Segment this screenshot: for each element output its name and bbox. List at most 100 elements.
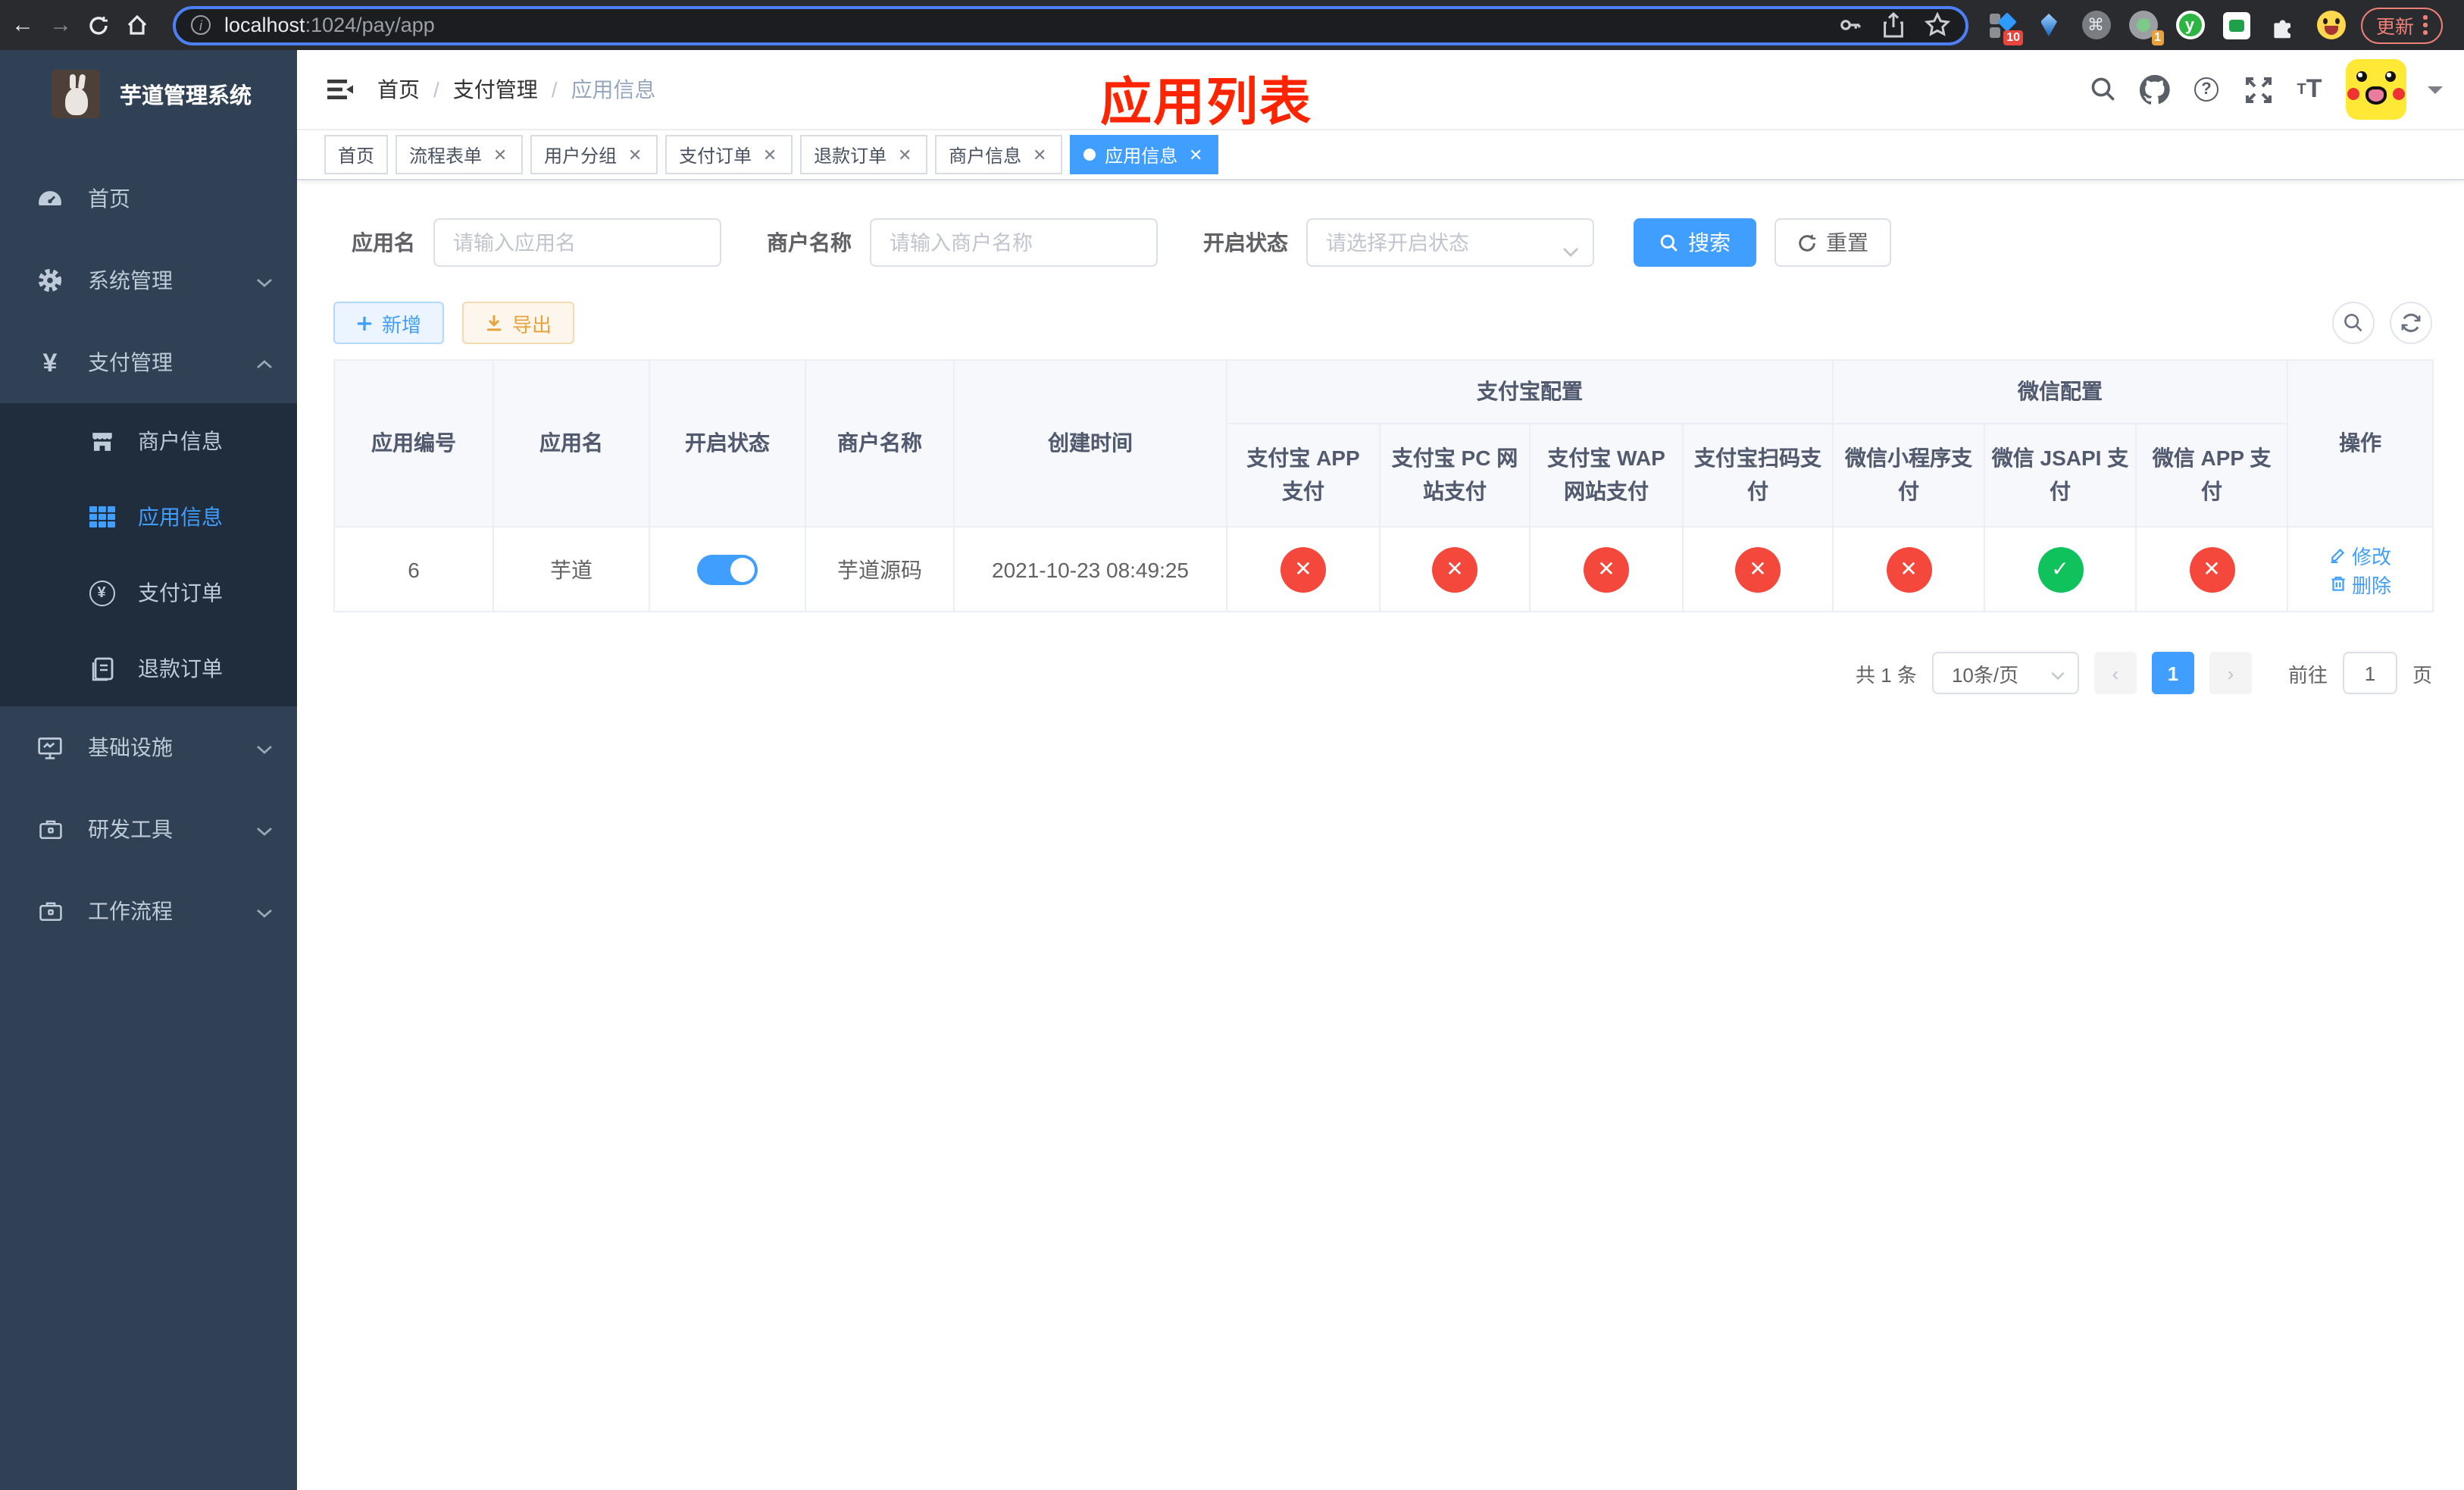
cell-created: 2021-10-23 08:49:25	[953, 526, 1227, 612]
sidebar-item-payment[interactable]: ¥ 支付管理	[0, 321, 297, 403]
extension-chat-icon[interactable]	[2222, 10, 2252, 40]
export-button[interactable]: 导出	[462, 302, 575, 344]
close-icon[interactable]: ✕	[491, 145, 509, 164]
help-icon[interactable]: ?	[2191, 74, 2222, 105]
cell-app-name: 芋道	[492, 526, 650, 612]
chevron-down-icon	[256, 817, 273, 841]
goto-label: 前往	[2287, 663, 2328, 686]
sidebar-item-workflow[interactable]: 工作流程	[0, 870, 297, 952]
tab-app-info[interactable]: 应用信息 ✕	[1070, 135, 1219, 174]
chevron-down-icon	[2050, 662, 2065, 684]
page-size-select[interactable]: 10条/页	[1931, 652, 2079, 694]
status-select[interactable]	[1306, 218, 1594, 267]
sidebar-subitem-app-info[interactable]: 应用信息	[0, 479, 297, 555]
cell-alipay-pc: ✕	[1379, 526, 1531, 612]
browser-back-icon[interactable]: ←	[9, 11, 36, 39]
add-button[interactable]: 新增	[333, 302, 445, 344]
tab-process-form[interactable]: 流程表单 ✕	[396, 135, 524, 174]
breadcrumb-payment[interactable]: 支付管理	[453, 74, 538, 105]
delete-link[interactable]: 删除	[2329, 569, 2391, 598]
refresh-icon-button[interactable]	[2390, 302, 2432, 344]
font-size-icon[interactable]: TT	[2294, 74, 2325, 105]
status-icon: ✓	[2037, 546, 2083, 592]
sidebar-subitem-merchant-info[interactable]: 商户信息	[0, 403, 297, 479]
browser-home-icon[interactable]	[123, 11, 150, 39]
col-wechat-app: 微信 APP 支付	[2134, 423, 2289, 527]
group-wechat-config: 微信配置	[1831, 359, 2289, 424]
goto-suffix: 页	[2412, 663, 2432, 686]
breadcrumb-home[interactable]: 首页	[377, 74, 420, 105]
enabled-toggle[interactable]	[697, 554, 758, 584]
sidebar-item-infrastructure[interactable]: 基础设施	[0, 706, 297, 788]
chrome-menu-icon[interactable]	[2423, 15, 2428, 35]
total-count: 共 1 条	[1856, 663, 1917, 686]
password-key-icon[interactable]	[1837, 12, 1862, 38]
toggle-search-icon-button[interactable]	[2332, 302, 2375, 344]
address-bar[interactable]: i localhost:1024/pay/app	[173, 5, 1968, 45]
merchant-name-input[interactable]	[870, 218, 1158, 267]
breadcrumb-current: 应用信息	[571, 77, 656, 102]
sidebar-subitem-pay-order[interactable]: ¥ 支付订单	[0, 555, 297, 631]
chrome-update-button[interactable]: 更新	[2361, 7, 2443, 43]
github-icon[interactable]	[2140, 74, 2170, 105]
close-icon[interactable]: ✕	[1187, 145, 1205, 164]
extension-recorder-icon[interactable]: 1	[2128, 10, 2164, 45]
chevron-down-icon	[256, 735, 273, 759]
app-name-field[interactable]	[450, 230, 705, 255]
browser-toolbar: ← → i localhost:1024/pay/app 10 ⌘ 1 y 更新	[0, 0, 2464, 50]
page-number-1[interactable]: 1	[2151, 652, 2194, 694]
sidebar-item-home[interactable]: 首页	[0, 158, 297, 239]
tab-home[interactable]: 首页	[324, 135, 389, 174]
close-icon[interactable]: ✕	[896, 145, 914, 164]
sidebar-item-dev-tools[interactable]: 研发工具	[0, 788, 297, 870]
avatar-caret-icon[interactable]	[2428, 86, 2443, 101]
extension-command-icon[interactable]: ⌘	[2081, 10, 2111, 40]
extension-blue-diamond-icon[interactable]: 10	[1987, 10, 2023, 45]
close-icon[interactable]: ✕	[761, 145, 779, 164]
extension-emoji-icon[interactable]	[2315, 10, 2346, 40]
bookmark-star-icon[interactable]	[1925, 12, 1950, 38]
extension-y-icon[interactable]: y	[2175, 10, 2205, 40]
cell-alipay-wap: ✕	[1529, 526, 1684, 612]
status-select-field[interactable]	[1323, 230, 1578, 255]
tab-merchant-info[interactable]: 商户信息 ✕	[935, 135, 1063, 174]
applications-table: 应用编号 应用名 开启状态 商户名称 创建时间 支付宝配置 微信配置 操作 支付…	[333, 359, 2434, 612]
col-created: 创建时间	[953, 359, 1227, 527]
close-icon[interactable]: ✕	[626, 145, 644, 164]
page-title: 应用列表	[1100, 74, 1312, 132]
browser-reload-icon[interactable]	[85, 11, 112, 39]
logo[interactable]: 芋道管理系统	[0, 50, 297, 138]
cell-alipay-app: ✕	[1226, 526, 1381, 612]
sidebar-item-system[interactable]: 系统管理	[0, 239, 297, 321]
close-icon[interactable]: ✕	[1030, 145, 1049, 164]
document-icon	[88, 655, 115, 682]
goto-page-input[interactable]	[2342, 652, 2397, 694]
extension-gem-icon[interactable]	[2034, 10, 2064, 40]
browser-forward-icon[interactable]: →	[47, 11, 74, 39]
cell-wechat-jsapi: ✓	[1984, 526, 2137, 612]
tab-pay-order[interactable]: 支付订单 ✕	[665, 135, 793, 174]
extensions-puzzle-icon[interactable]	[2269, 10, 2299, 40]
user-avatar[interactable]	[2346, 59, 2406, 120]
edit-link[interactable]: 修改	[2329, 540, 2391, 569]
prev-page-button[interactable]: ‹	[2093, 652, 2137, 694]
app-name-input[interactable]	[433, 218, 721, 267]
col-alipay-qr: 支付宝扫码支付	[1682, 423, 1834, 527]
status-label: 开启状态	[1203, 230, 1288, 255]
reset-button[interactable]: 重置	[1775, 218, 1891, 267]
site-info-icon[interactable]: i	[191, 15, 211, 35]
merchant-name-field[interactable]	[886, 230, 1141, 255]
header-search-icon[interactable]	[2088, 74, 2118, 105]
sidebar-toggle-icon[interactable]	[324, 74, 355, 105]
tab-refund-order[interactable]: 退款订单 ✕	[800, 135, 928, 174]
search-button[interactable]: 搜索	[1634, 218, 1756, 267]
share-icon[interactable]	[1882, 12, 1905, 38]
app-name-label: 应用名	[352, 230, 415, 255]
col-wechat-jsapi: 微信 JSAPI 支付	[1984, 423, 2137, 527]
top-navbar: 首页 / 支付管理 / 应用信息 ? T T	[297, 50, 2464, 130]
filter-form: 应用名 商户名称 开启状态	[333, 218, 2432, 267]
sidebar-subitem-refund-order[interactable]: 退款订单	[0, 631, 297, 706]
next-page-button[interactable]: ›	[2209, 652, 2252, 694]
tab-user-group[interactable]: 用户分组 ✕	[530, 135, 658, 174]
fullscreen-icon[interactable]	[2243, 74, 2273, 105]
